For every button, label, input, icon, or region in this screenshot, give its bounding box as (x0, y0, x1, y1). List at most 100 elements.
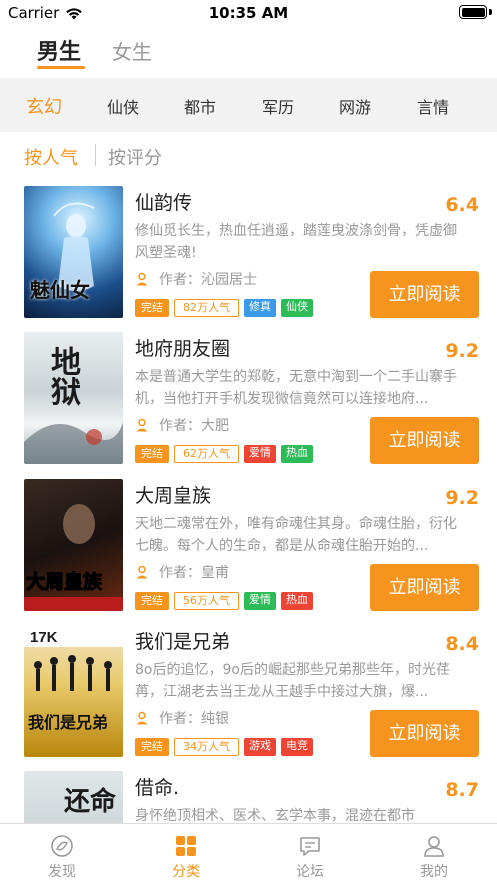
tab-profile[interactable]: 我的 (372, 824, 496, 883)
book-title[interactable]: 大周皇族 (135, 481, 211, 508)
book-author: 作者：纯银 (159, 711, 229, 727)
status-badge: 完结 (135, 592, 169, 610)
genre-tag: 电竞 (281, 738, 313, 756)
category-xuanhuan[interactable]: 玄幻 (26, 93, 62, 119)
status-badge: 完结 (135, 445, 169, 463)
grid-icon (176, 836, 196, 856)
sort-divider (95, 144, 96, 166)
tab-label: 我的 (420, 864, 448, 880)
cover-illustration: 17K (24, 625, 123, 691)
book-cover[interactable]: 17K 我们是兄弟 (24, 625, 123, 757)
cover-title: 地狱 (45, 346, 80, 406)
category-yanqing[interactable]: 言情 (417, 94, 449, 118)
read-now-button[interactable]: 立即阅读 (370, 710, 479, 757)
read-now-button[interactable]: 立即阅读 (370, 271, 479, 318)
book-description: 修仙觅长生，热血任逍遥，踏莲曳波涤剑骨，凭虚御风塑圣魂! (135, 223, 457, 261)
status-bar: Carrier 10:35 AM (0, 0, 497, 26)
book-item[interactable]: 17K 我们是兄弟 我们是兄弟 8.4 8o后的追忆，9o后的崛起那些兄弟那些年… (0, 625, 497, 771)
book-author: 作者：大肥 (159, 418, 229, 434)
status-badge: 完结 (135, 299, 169, 317)
person-icon (424, 836, 444, 857)
person-icon (136, 418, 148, 432)
genre-tag: 仙侠 (281, 299, 313, 317)
category-dushi[interactable]: 都市 (184, 94, 216, 118)
book-score: 9.2 (445, 340, 479, 362)
sort-by-rating[interactable]: 按评分 (108, 144, 162, 170)
book-tags: 完结 56万人气 爱情 热血 (135, 592, 313, 610)
gender-tabs: 男生 女生 (0, 30, 497, 74)
sort-by-popularity[interactable]: 按人气 (24, 144, 78, 170)
person-icon (136, 272, 148, 286)
genre-tag: 爱情 (244, 592, 276, 610)
category-junli[interactable]: 军历 (262, 94, 294, 118)
book-title[interactable]: 地府朋友圈 (135, 334, 230, 361)
book-author: 作者：沁园居士 (159, 272, 257, 288)
book-tags: 完结 62万人气 爱情 热血 (135, 445, 313, 463)
status-time: 10:35 AM (208, 4, 289, 22)
active-tab-indicator (37, 66, 85, 69)
book-tags: 完结 34万人气 游戏 电竞 (135, 738, 313, 756)
book-score: 8.4 (445, 633, 479, 655)
tab-label: 论坛 (296, 864, 324, 880)
read-now-button[interactable]: 立即阅读 (370, 417, 479, 464)
book-cover[interactable]: 地狱 (24, 332, 123, 464)
book-title[interactable]: 仙韵传 (135, 188, 192, 215)
book-description: 8o后的追忆，9o后的崛起那些兄弟那些年，时光荏苒，江湖老去当王龙从王越手中接过… (135, 662, 450, 700)
book-title[interactable]: 借命. (135, 773, 179, 800)
tab-label: 分类 (172, 864, 200, 880)
book-item[interactable]: 还命 借命. 8.7 身怀绝顶相术、医术、玄学本事，混迹在都市 (0, 771, 497, 823)
book-author-row: 作者：纯银 (135, 708, 229, 728)
book-author-row: 作者：大肥 (135, 415, 229, 435)
book-description: 本是普通大学生的郑乾，无意中淘到一个二手山寨手机，当他打开手机发现微信竟然可以连… (135, 369, 457, 407)
tab-discover[interactable]: 发现 (0, 824, 124, 883)
tab-female[interactable]: 女生 (112, 36, 152, 65)
book-tags: 完结 82万人气 修真 仙侠 (135, 299, 313, 317)
compass-icon (51, 835, 73, 857)
category-wangyou[interactable]: 网游 (339, 94, 371, 118)
cover-title: 魅仙女 (30, 278, 90, 302)
popularity-badge: 34万人气 (174, 738, 239, 756)
popularity-badge: 56万人气 (174, 592, 239, 610)
book-cover[interactable]: 大周皇族 (24, 479, 123, 611)
tab-label: 发现 (48, 864, 76, 880)
book-score: 6.4 (445, 194, 479, 216)
svg-text:17K: 17K (30, 629, 58, 646)
book-cover[interactable]: 魅仙女 (24, 186, 123, 318)
genre-tag: 热血 (281, 445, 313, 463)
battery-tip (489, 9, 492, 15)
book-item[interactable]: 地狱 地府朋友圈 9.2 本是普通大学生的郑乾，无意中淘到一个二手山寨手机，当他… (0, 332, 497, 478)
book-author-row: 作者：沁园居士 (135, 269, 257, 289)
read-now-button[interactable]: 立即阅读 (370, 564, 479, 611)
popularity-badge: 82万人气 (174, 299, 239, 317)
book-item[interactable]: 大周皇族 大周皇族 9.2 天地二魂常在外，唯有命魂住其身。命魂住胎，衍化七魄。… (0, 479, 497, 625)
chat-bubble-icon (300, 837, 320, 856)
cover-title: 还命 (64, 787, 117, 817)
book-score: 9.2 (445, 487, 479, 509)
tab-category[interactable]: 分类 (124, 824, 248, 883)
genre-tag: 游戏 (244, 738, 276, 756)
genre-tag: 热血 (281, 592, 313, 610)
genre-tag: 爱情 (244, 445, 276, 463)
person-icon (136, 565, 148, 579)
person-icon (136, 711, 148, 725)
book-title[interactable]: 我们是兄弟 (135, 627, 230, 654)
cover-title: 大周皇族 (25, 571, 103, 594)
category-xianxia[interactable]: 仙侠 (107, 94, 139, 118)
book-item[interactable]: 魅仙女 仙韵传 6.4 修仙觅长生，热血任逍遥，踏莲曳波涤剑骨，凭虚御风塑圣魂!… (0, 186, 497, 332)
book-author-row: 作者：皇甫 (135, 562, 229, 582)
tab-forum[interactable]: 论坛 (248, 824, 372, 883)
status-badge: 完结 (135, 738, 169, 756)
genre-tag: 修真 (244, 299, 276, 317)
book-score: 8.7 (445, 779, 479, 801)
book-description: 身怀绝顶相术、医术、玄学本事，混迹在都市 (135, 808, 415, 823)
battery-icon (459, 5, 487, 19)
book-description: 天地二魂常在外，唯有命魂住其身。命魂住胎，衍化七魄。每个人的生命，都是从命魂住胎… (135, 516, 457, 554)
sort-bar: 按人气 按评分 (0, 140, 497, 172)
category-bar: 玄幻 仙侠 都市 军历 网游 言情 (0, 78, 497, 132)
bottom-tab-bar: 发现 分类 论坛 我的 (0, 823, 497, 883)
tab-male[interactable]: 男生 (37, 34, 81, 66)
popularity-badge: 62万人气 (174, 445, 239, 463)
cover-title: 我们是兄弟 (28, 713, 109, 732)
book-author: 作者：皇甫 (159, 565, 229, 581)
book-cover[interactable]: 还命 (24, 771, 123, 823)
